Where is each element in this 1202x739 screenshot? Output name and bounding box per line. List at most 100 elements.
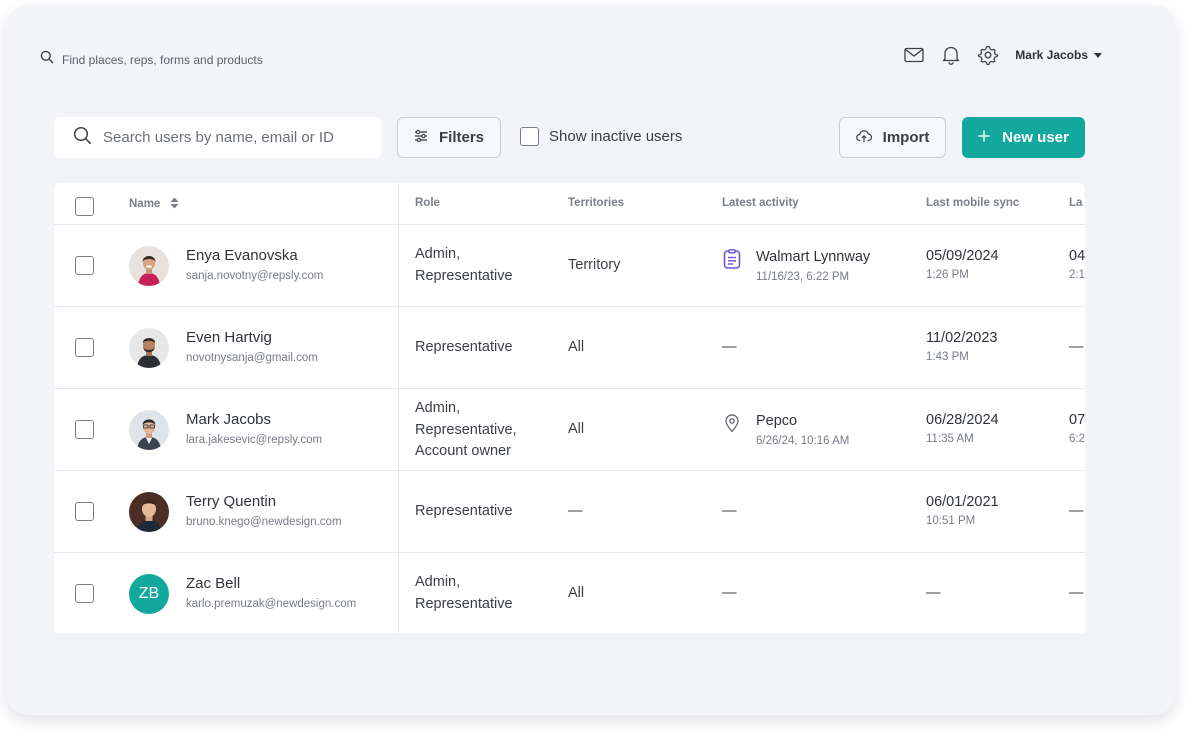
territories-cell: All [568, 339, 585, 355]
global-search-placeholder[interactable]: Find places, reps, forms and products [62, 53, 263, 67]
sync-time: 10:51 PM [926, 515, 976, 527]
column-header-latest-activity[interactable]: Latest activity [722, 197, 799, 209]
truncated-date: 07 [1069, 412, 1085, 428]
last-mobile-sync-cell: 05/09/2024 1:26 PM [926, 248, 999, 281]
bell-icon[interactable] [941, 45, 961, 65]
show-inactive-label: Show inactive users [549, 128, 683, 145]
import-button-label: Import [882, 129, 930, 146]
truncated-cell: — [1069, 339, 1084, 355]
user-name[interactable]: Mark Jacobs [186, 411, 271, 428]
role-line: Admin, [415, 246, 461, 262]
truncated-cell: 04 2:1 [1069, 248, 1085, 281]
gear-icon[interactable] [978, 45, 999, 65]
avatar [129, 246, 169, 286]
sort-icon[interactable] [170, 197, 179, 212]
column-header-name[interactable]: Name [129, 197, 179, 212]
sync-time: 1:43 PM [926, 351, 969, 363]
sync-date: 06/01/2021 [926, 494, 999, 510]
last-mobile-sync-cell: 11/02/2023 1:43 PM [926, 330, 998, 363]
last-mobile-sync-cell: 06/01/2021 10:51 PM [926, 494, 999, 527]
column-header-role[interactable]: Role [415, 197, 440, 209]
chevron-down-icon [1094, 52, 1102, 58]
topbar-actions: Mark Jacobs [904, 45, 1102, 65]
app-window: Find places, reps, forms and products Ma… [6, 5, 1176, 715]
column-header-last-mobile-sync[interactable]: Last mobile sync [926, 197, 1019, 209]
user-search-field[interactable] [54, 117, 381, 158]
row-checkbox[interactable] [75, 256, 94, 275]
row-checkbox-wrap[interactable] [75, 256, 94, 280]
role-line: Account owner [415, 443, 511, 459]
latest-activity-cell: — [722, 339, 737, 355]
role-cell: Representative [415, 337, 555, 359]
row-checkbox-wrap[interactable] [75, 420, 94, 444]
table-header: Name Role Territories Latest activity La… [54, 183, 1085, 225]
role-cell: Admin, Representative [415, 244, 555, 287]
select-all-checkbox-wrap[interactable] [75, 197, 94, 221]
activity-time: 6/26/24, 10:16 AM [756, 435, 850, 447]
role-cell: Admin, Representative, Account owner [415, 398, 555, 463]
activity-place[interactable]: Walmart Lynnway [756, 249, 870, 265]
territories-cell: — [568, 503, 583, 519]
role-line: Representative, [415, 421, 517, 438]
table-row[interactable]: ZB Zac Bell karlo.premuzak@newdesign.com… [54, 553, 1085, 633]
show-inactive-toggle[interactable]: Show inactive users [520, 127, 682, 146]
sync-time: 1:26 PM [926, 269, 969, 281]
last-mobile-sync-cell: — [926, 585, 941, 601]
table-row[interactable]: Enya Evanovska sanja.novotny@repsly.com … [54, 225, 1085, 307]
users-table: Name Role Territories Latest activity La… [54, 183, 1085, 633]
global-search[interactable]: Find places, reps, forms and products [40, 50, 263, 69]
latest-activity-cell: — [722, 503, 737, 519]
column-header-name-label: Name [129, 198, 161, 210]
import-button[interactable]: Import [839, 117, 946, 158]
role-cell: Admin, Representative [415, 572, 555, 615]
form-icon [722, 249, 742, 269]
sync-time: 11:35 AM [926, 433, 974, 445]
sync-date: 11/02/2023 [926, 330, 998, 346]
territories-cell: All [568, 585, 585, 601]
user-email: novotnysanja@gmail.com [186, 352, 318, 364]
row-checkbox[interactable] [75, 338, 94, 357]
activity-place[interactable]: Pepco [756, 413, 797, 429]
table-row[interactable]: Mark Jacobs lara.jakesevic@repsly.com Ad… [54, 389, 1085, 471]
user-email: bruno.knego@newdesign.com [186, 516, 342, 528]
show-inactive-checkbox[interactable] [520, 127, 539, 146]
territories-cell: Territory [568, 257, 621, 273]
mail-icon[interactable] [904, 45, 924, 65]
column-header-truncated[interactable]: La [1069, 197, 1082, 209]
truncated-cell: — [1069, 585, 1084, 601]
search-icon [73, 126, 92, 150]
avatar [129, 410, 169, 450]
row-checkbox-wrap[interactable] [75, 584, 94, 608]
role-line: Representative [415, 503, 513, 519]
user-email: lara.jakesevic@repsly.com [186, 434, 323, 446]
select-all-checkbox[interactable] [75, 197, 94, 216]
user-search-input[interactable] [103, 129, 363, 146]
user-name[interactable]: Enya Evanovska [186, 247, 298, 264]
table-row[interactable]: Even Hartvig novotnysanja@gmail.com Repr… [54, 307, 1085, 389]
user-email: sanja.novotny@repsly.com [186, 270, 324, 282]
territories-cell: All [568, 421, 585, 437]
plus-icon [978, 129, 990, 146]
row-checkbox-wrap[interactable] [75, 338, 94, 362]
avatar: ZB [129, 574, 169, 614]
user-name[interactable]: Zac Bell [186, 575, 240, 592]
table-row[interactable]: Terry Quentin bruno.knego@newdesign.com … [54, 471, 1085, 553]
filters-button[interactable]: Filters [397, 117, 501, 158]
role-line: Admin, [415, 400, 461, 416]
column-header-territories[interactable]: Territories [568, 197, 624, 209]
role-line: Representative [415, 339, 513, 355]
user-name[interactable]: Even Hartvig [186, 329, 272, 346]
row-checkbox[interactable] [75, 502, 94, 521]
latest-activity-cell: — [722, 585, 737, 601]
avatar [129, 492, 169, 532]
row-checkbox-wrap[interactable] [75, 502, 94, 526]
user-name[interactable]: Terry Quentin [186, 493, 276, 510]
new-user-button[interactable]: New user [962, 117, 1085, 158]
filters-button-label: Filters [438, 129, 484, 146]
user-menu-name: Mark Jacobs [1015, 48, 1088, 62]
row-checkbox[interactable] [75, 584, 94, 603]
user-menu[interactable]: Mark Jacobs [1015, 48, 1102, 62]
user-email: karlo.premuzak@newdesign.com [186, 598, 357, 610]
row-checkbox[interactable] [75, 420, 94, 439]
role-cell: Representative [415, 501, 555, 523]
